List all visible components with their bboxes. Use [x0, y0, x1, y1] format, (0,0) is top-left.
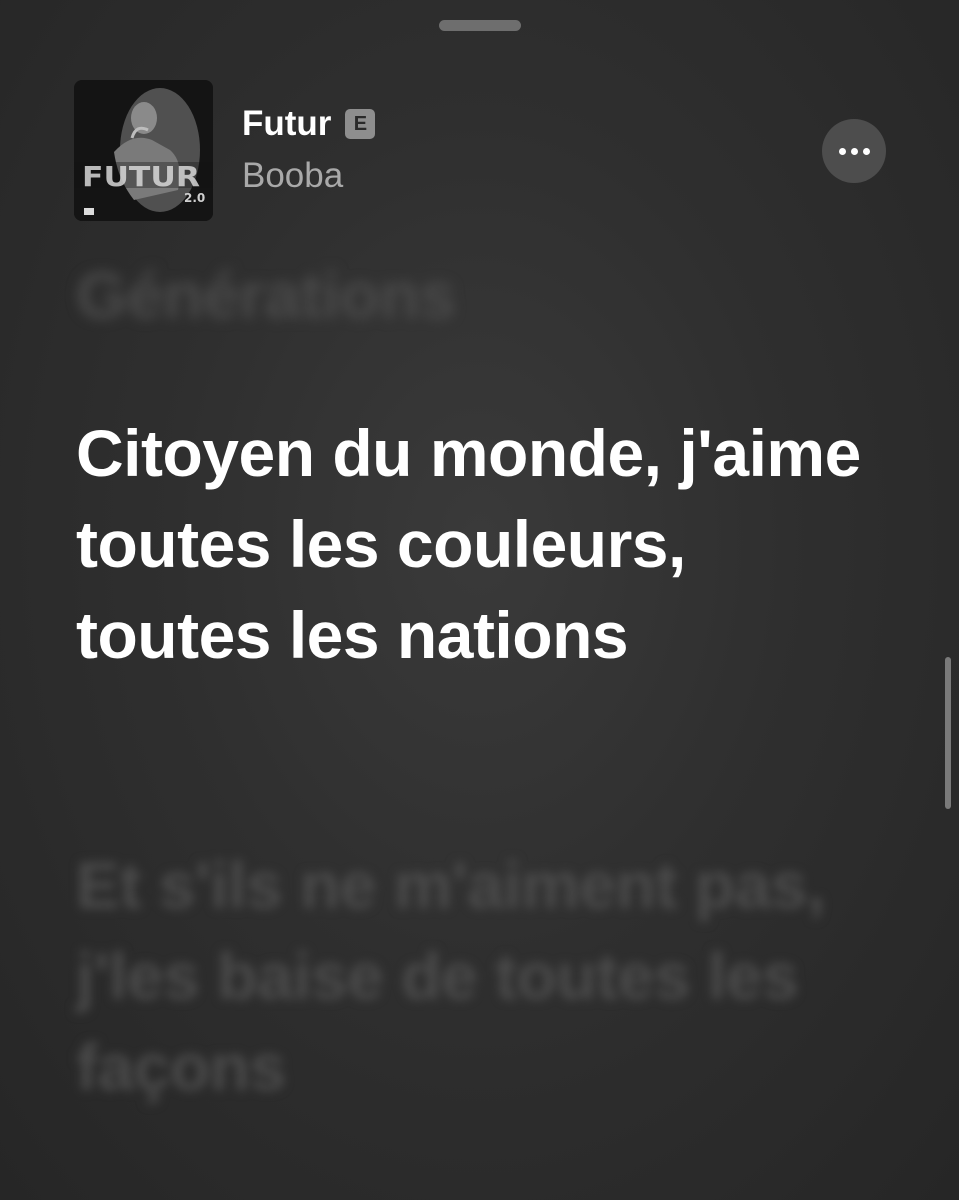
explicit-badge: E	[345, 109, 376, 139]
ellipsis-icon-dot	[862, 147, 870, 155]
song-title-row: Futur E	[242, 104, 376, 144]
album-artwork[interactable]: FUTUR 2.0	[74, 80, 213, 221]
lyric-line-previous[interactable]: Générations	[76, 250, 886, 341]
lyric-line-next[interactable]: Et s'ils ne m'aiment pas, j'les baise de…	[76, 840, 886, 1113]
lyric-line-active[interactable]: Citoyen du monde, j'aime toutes les coul…	[76, 408, 886, 681]
sheet-grabber[interactable]	[439, 20, 521, 31]
artist-name[interactable]: Booba	[242, 156, 343, 196]
svg-text:2.0: 2.0	[184, 191, 205, 205]
svg-text:FUTUR: FUTUR	[82, 160, 200, 193]
song-title[interactable]: Futur	[242, 104, 331, 144]
scrollbar[interactable]	[945, 657, 951, 809]
album-artwork-image: FUTUR 2.0	[74, 80, 213, 221]
ellipsis-icon	[838, 147, 846, 155]
now-playing-header: FUTUR 2.0 Futur E Booba	[74, 80, 886, 222]
ellipsis-icon-dot	[850, 147, 858, 155]
more-options-button[interactable]	[822, 119, 886, 183]
